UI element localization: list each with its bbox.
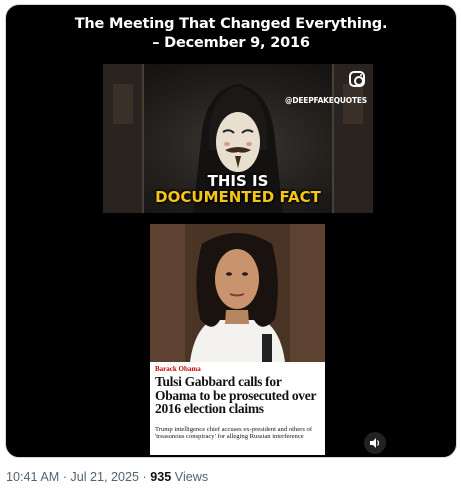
tweet-meta: 10:41 AM · Jul 21, 2025 · 935 Views — [6, 470, 208, 484]
article-caption: Barack Obama Tulsi Gabbard calls for Oba… — [155, 365, 321, 441]
views-count: 935 — [150, 470, 172, 484]
watermark-handle: @DEEPFAKEQUOTES — [285, 96, 367, 105]
instagram-icon — [349, 71, 365, 87]
speaker-icon[interactable] — [364, 432, 386, 454]
tweet-media[interactable]: The Meeting That Changed Everything. – D… — [5, 4, 457, 458]
news-article-screenshot: Barack Obama Tulsi Gabbard calls for Oba… — [150, 224, 325, 455]
article-photo — [150, 224, 325, 362]
video-headline: The Meeting That Changed Everything. – D… — [6, 15, 456, 53]
meta-separator: · — [62, 470, 67, 484]
article-subtitle: Trump intelligence chief accuses ex-pres… — [155, 425, 313, 441]
headline-line-2: – December 9, 2016 — [152, 35, 310, 51]
article-title: Tulsi Gabbard calls for Obama to be pros… — [155, 374, 316, 416]
article-kicker: Barack Obama — [155, 365, 201, 373]
views-label: Views — [174, 470, 209, 484]
overlay-text-line-2: DOCUMENTED FACT — [155, 188, 321, 206]
tweet-date[interactable]: Jul 21, 2025 — [70, 470, 139, 484]
headline-line-1: The Meeting That Changed Everything. — [74, 16, 388, 32]
meta-separator-2: · — [142, 470, 147, 484]
masked-figure-frame: @DEEPFAKEQUOTES THIS IS DOCUMENTED FACT — [103, 64, 373, 213]
tweet-time[interactable]: 10:41 AM — [6, 470, 59, 484]
